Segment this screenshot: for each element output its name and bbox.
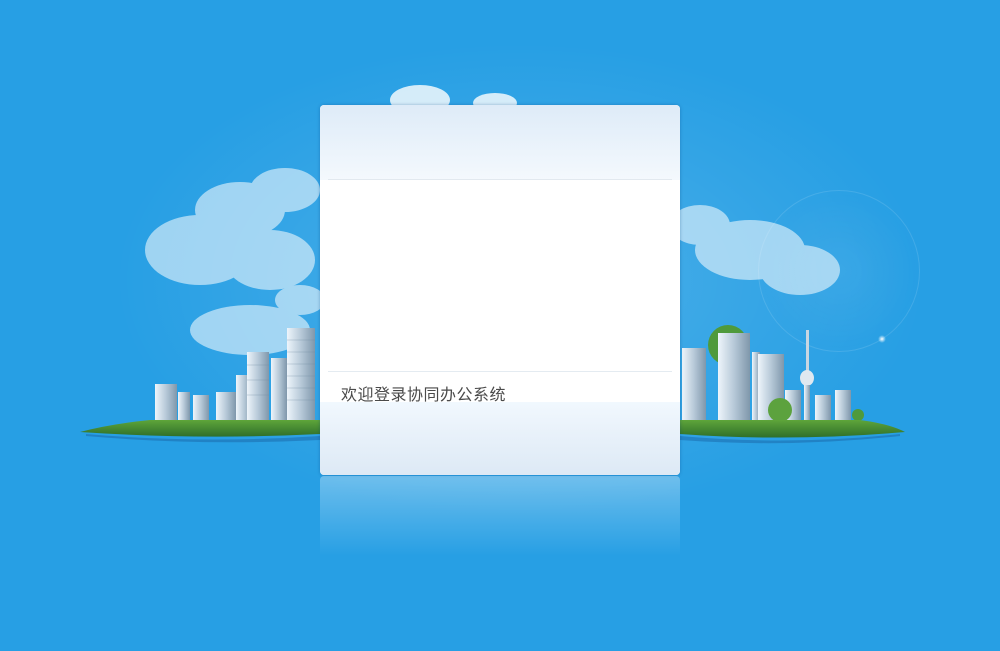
clouds-right: [670, 205, 840, 295]
panel-reflection: [320, 476, 680, 556]
divider: [328, 371, 672, 372]
panel-header: [320, 105, 680, 180]
right-island: [680, 420, 905, 438]
panel-body: [320, 180, 680, 371]
login-panel: 欢迎登录协同办公系统: [320, 105, 680, 475]
clouds-left: [145, 168, 325, 355]
left-island: [80, 420, 320, 437]
welcome-text: 欢迎登录协同办公系统: [341, 385, 507, 404]
right-buildings: [682, 325, 864, 422]
panel-footer: [320, 402, 680, 475]
